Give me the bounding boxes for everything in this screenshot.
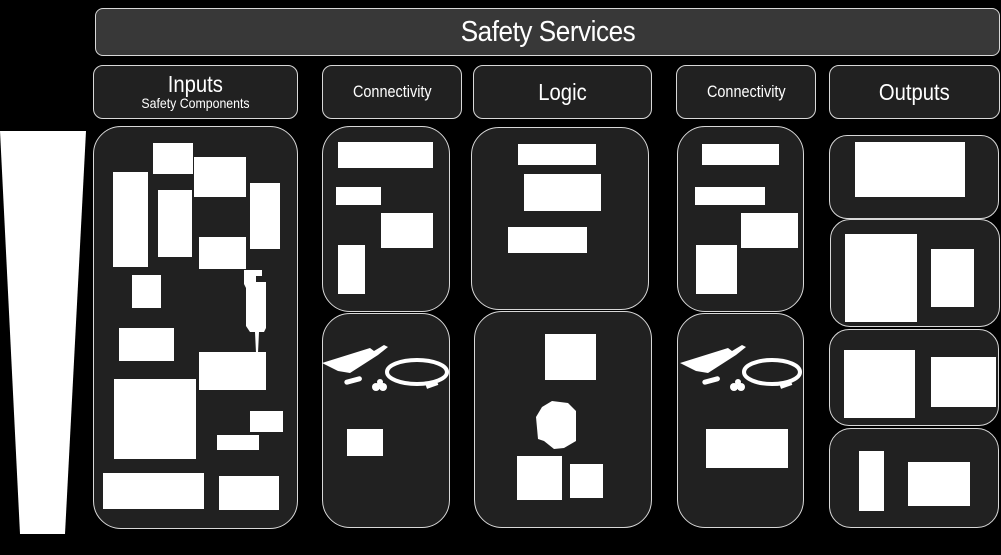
component-image [199, 352, 266, 390]
component-image [931, 249, 974, 307]
component-image [695, 187, 765, 205]
component-image [508, 227, 587, 253]
component-image [347, 429, 383, 456]
component-image [702, 144, 779, 165]
component-image [338, 142, 433, 168]
header-inputs: Inputs Safety Components [93, 65, 298, 119]
cable-kit-icon [680, 345, 802, 391]
component-image [706, 429, 788, 468]
controller-icon [536, 401, 576, 449]
header-title: Inputs [167, 71, 224, 97]
component-image [114, 379, 196, 459]
tapered-bar-icon [0, 131, 86, 534]
component-image [908, 462, 970, 506]
header-connectivity-left: Connectivity [322, 65, 462, 119]
component-image [931, 357, 996, 407]
component-image [741, 213, 798, 248]
header-outputs: Outputs [829, 65, 1000, 119]
component-image [194, 157, 246, 197]
component-image [217, 435, 259, 450]
component-image [103, 473, 204, 509]
component-image [696, 245, 737, 294]
component-image [219, 476, 279, 510]
component-image [855, 142, 965, 197]
component-image [844, 350, 915, 418]
safety-services-banner: Safety Services [95, 8, 1000, 56]
header-logic: Logic [473, 65, 652, 119]
component-image [545, 334, 596, 380]
component-image [119, 328, 174, 361]
component-image [524, 174, 601, 211]
component-image [517, 456, 562, 500]
component-image [570, 464, 603, 498]
component-image [153, 143, 193, 174]
header-title: Connectivity [706, 82, 786, 101]
component-image [859, 451, 884, 511]
component-image [158, 190, 192, 257]
component-image [845, 234, 917, 322]
component-image [336, 187, 381, 205]
banner-title: Safety Services [460, 15, 635, 48]
component-image [250, 183, 280, 249]
header-title: Outputs [879, 79, 950, 105]
component-image [132, 275, 161, 308]
component-image [113, 172, 148, 267]
header-title: Logic [538, 79, 587, 105]
component-image [381, 213, 433, 248]
component-image [518, 144, 596, 165]
header-connectivity-right: Connectivity [676, 65, 816, 119]
component-image [199, 237, 246, 269]
component-image [338, 245, 365, 294]
header-subtitle: Safety Components [141, 95, 250, 111]
component-image [250, 411, 283, 432]
cable-kit-icon [322, 345, 449, 391]
header-title: Connectivity [352, 82, 432, 101]
emergency-stop-pull-cord-icon [244, 270, 266, 353]
